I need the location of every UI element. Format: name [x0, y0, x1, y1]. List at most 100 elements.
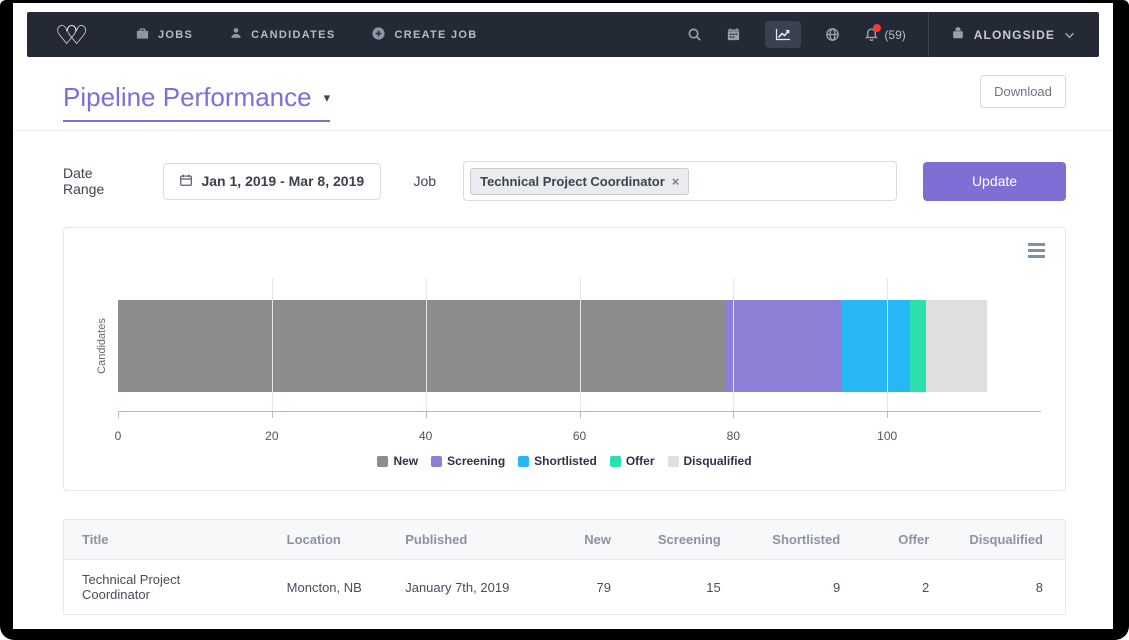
date-range-value: Jan 1, 2019 - Mar 8, 2019 [201, 173, 364, 189]
legend-swatch [518, 456, 529, 467]
chart-y-axis-label: Candidates [96, 318, 108, 374]
column-header-published: Published [387, 520, 544, 560]
legend-item-screening[interactable]: Screening [431, 454, 505, 468]
remove-tag-icon[interactable]: × [672, 174, 680, 189]
axis-tick [272, 412, 273, 418]
job-select-input[interactable]: Technical Project Coordinator × [463, 161, 897, 201]
cell-offer: 2 [862, 560, 951, 615]
interlocking-hearts-logo[interactable]: ♡ ♡ [53, 19, 99, 51]
cell-published: January 7th, 2019 [387, 560, 544, 615]
job-tag: Technical Project Coordinator × [470, 168, 689, 195]
pipeline-table: Title Location Published New Screening S… [63, 519, 1066, 615]
legend-label: Shortlisted [534, 454, 597, 468]
axis-tick-label: 80 [727, 429, 740, 443]
legend-item-shortlisted[interactable]: Shortlisted [518, 454, 597, 468]
bar-segment-offer[interactable] [910, 300, 925, 392]
column-header-title: Title [64, 520, 269, 560]
table-row[interactable]: Technical Project Coordinator Moncton, N… [64, 560, 1065, 615]
cell-shortlisted: 9 [743, 560, 862, 615]
axis-tick-label: 0 [115, 429, 122, 443]
cell-disqualified: 8 [951, 560, 1065, 615]
column-header-offer: Offer [862, 520, 951, 560]
nav-item-label: JOBS [158, 29, 193, 41]
update-button[interactable]: Update [923, 162, 1066, 201]
page-header: Pipeline Performance ▾ Download [13, 57, 1113, 131]
globe-icon[interactable] [825, 27, 840, 42]
gridline [272, 278, 273, 411]
search-icon[interactable] [687, 27, 702, 42]
bar-segment-new[interactable] [118, 300, 726, 392]
bar-segment-shortlisted[interactable] [841, 300, 910, 392]
column-header-new: New [544, 520, 633, 560]
cell-location: Moncton, NB [269, 560, 388, 615]
bar-segment-disqualified[interactable] [926, 300, 988, 392]
gridline [733, 278, 734, 411]
column-header-disqualified: Disqualified [951, 520, 1065, 560]
axis-tick-label: 100 [877, 429, 897, 443]
axis-tick [580, 412, 581, 418]
top-navbar: ♡ ♡ JOBS CANDIDATES CREATE JOB [27, 12, 1099, 57]
job-tag-label: Technical Project Coordinator [480, 174, 665, 189]
chart-plot-area: 0 20 40 60 80 100 [118, 278, 1041, 412]
chevron-down-icon [1064, 26, 1075, 44]
cell-title: Technical Project Coordinator [64, 560, 269, 615]
axis-tick [118, 412, 119, 418]
table-header-row: Title Location Published New Screening S… [64, 520, 1065, 560]
heart-icon: ♡ [65, 19, 88, 51]
axis-tick-label: 60 [573, 429, 586, 443]
legend-swatch [610, 456, 621, 467]
column-header-location: Location [269, 520, 388, 560]
briefcase-icon [135, 26, 150, 44]
job-label: Job [414, 173, 437, 189]
gridline [426, 278, 427, 411]
legend-label: Offer [626, 454, 655, 468]
date-range-input[interactable]: Jan 1, 2019 - Mar 8, 2019 [163, 163, 380, 200]
legend-item-new[interactable]: New [377, 454, 418, 468]
cell-new: 79 [544, 560, 633, 615]
person-icon [229, 26, 243, 43]
column-header-shortlisted: Shortlisted [743, 520, 862, 560]
caret-down-icon: ▾ [324, 90, 331, 106]
legend-swatch [431, 456, 442, 467]
chart-legend: New Screening Shortlisted Offer Disquali… [64, 454, 1065, 468]
nav-item-candidates[interactable]: CANDIDATES [229, 26, 335, 43]
pipeline-chart-card: Candidates 0 20 40 60 80 [63, 227, 1066, 491]
account-menu[interactable]: ALONGSIDE [929, 25, 1099, 45]
download-button[interactable]: Download [980, 75, 1066, 108]
nav-item-jobs[interactable]: JOBS [135, 26, 193, 44]
chart-context-menu-icon[interactable] [1028, 243, 1045, 258]
axis-tick-label: 40 [419, 429, 432, 443]
nav-item-label: CREATE JOB [394, 29, 477, 41]
axis-tick [426, 412, 427, 418]
date-range-label: Date Range [63, 165, 136, 197]
nav-item-create-job[interactable]: CREATE JOB [371, 26, 477, 44]
device-frame: ♡ ♡ JOBS CANDIDATES CREATE JOB [0, 0, 1129, 640]
legend-label: Screening [447, 454, 505, 468]
legend-label: New [393, 454, 418, 468]
report-selector[interactable]: Pipeline Performance ▾ [63, 82, 330, 122]
bar-segment-screening[interactable] [726, 300, 841, 392]
plus-circle-icon [371, 26, 386, 44]
page-title: Pipeline Performance [63, 82, 312, 113]
calendar-icon[interactable] [726, 27, 741, 42]
nav-item-label: CANDIDATES [251, 29, 335, 41]
calendar-icon [179, 173, 193, 190]
legend-label: Disqualified [684, 454, 752, 468]
notification-dot [873, 24, 881, 32]
cell-screening: 15 [633, 560, 743, 615]
axis-tick-label: 20 [265, 429, 278, 443]
axis-tick [733, 412, 734, 418]
notification-count: (59) [884, 28, 905, 42]
account-name: ALONGSIDE [974, 28, 1055, 42]
legend-swatch [668, 456, 679, 467]
gridline [887, 278, 888, 411]
organization-icon [951, 25, 965, 45]
column-header-screening: Screening [633, 520, 743, 560]
bell-icon[interactable]: (59) [864, 27, 905, 42]
analytics-icon[interactable] [765, 21, 801, 48]
filter-bar: Date Range Jan 1, 2019 - Mar 8, 2019 Job… [13, 131, 1113, 201]
legend-swatch [377, 456, 388, 467]
app-screen: ♡ ♡ JOBS CANDIDATES CREATE JOB [13, 3, 1113, 629]
legend-item-offer[interactable]: Offer [610, 454, 655, 468]
legend-item-disqualified[interactable]: Disqualified [668, 454, 752, 468]
